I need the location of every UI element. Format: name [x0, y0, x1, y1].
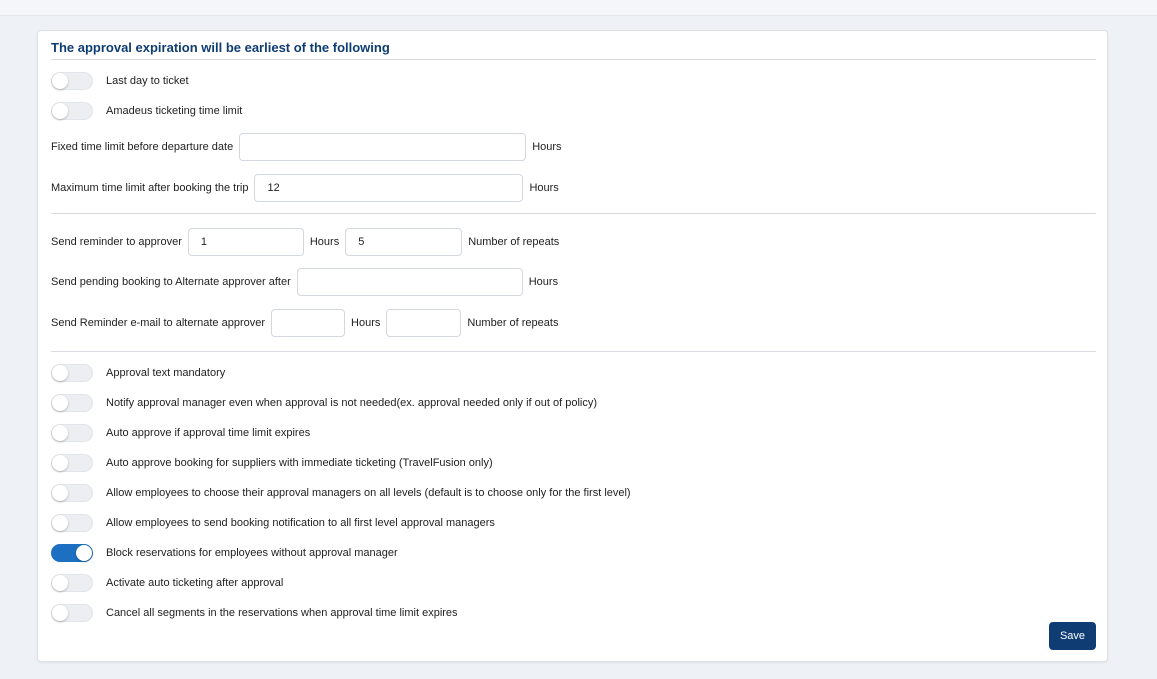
auto-approve-suppliers-toggle[interactable] [51, 454, 93, 472]
toggle-knob [52, 425, 68, 441]
toggle-knob [52, 605, 68, 621]
toggle-knob [52, 103, 68, 119]
toggle-row-send-booking-notification: Allow employees to send booking notifica… [51, 508, 495, 538]
pending-booking-unit: Hours [528, 276, 559, 288]
notify-approval-manager-toggle[interactable] [51, 394, 93, 412]
fixed-time-limit-input[interactable] [239, 133, 527, 161]
toggle-row-amadeus-ticketing-time-limit: Amadeus ticketing time limit [51, 96, 242, 126]
pending-booking-input[interactable] [296, 268, 523, 296]
toggle-knob [52, 395, 68, 411]
title-divider [51, 59, 1096, 60]
toggle-label: Auto approve if approval time limit expi… [106, 427, 311, 439]
toggle-row-block-reservations: Block reservations for employees without… [51, 538, 398, 568]
top-bar [0, 0, 1157, 16]
section-title: The approval expiration will be earliest… [51, 40, 390, 55]
fixed-time-limit-label: Fixed time limit before departure date [51, 141, 234, 153]
toggle-label: Activate auto ticketing after approval [106, 577, 284, 589]
pending-booking-row: Send pending booking to Alternate approv… [51, 267, 558, 297]
reminder-label: Send reminder to approver [51, 236, 182, 248]
reminder-row: Send reminder to approver Hours Number o… [51, 227, 559, 257]
toggle-knob [52, 365, 68, 381]
toggle-row-choose-approval-managers: Allow employees to choose their approval… [51, 478, 631, 508]
auto-approve-time-limit-toggle[interactable] [51, 424, 93, 442]
reminder-hours-input[interactable] [187, 228, 304, 256]
toggle-label: Allow employees to send booking notifica… [106, 517, 495, 529]
toggle-label: Block reservations for employees without… [106, 547, 398, 559]
fixed-time-limit-unit: Hours [532, 141, 562, 153]
max-time-limit-label: Maximum time limit after booking the tri… [51, 182, 249, 194]
section-divider [51, 213, 1096, 214]
toggle-row-notify-approval-manager: Notify approval manager even when approv… [51, 388, 597, 418]
toggle-label: Cancel all segments in the reservations … [106, 607, 458, 619]
reminder-repeats-unit: Number of repeats [468, 236, 560, 248]
section-divider [51, 351, 1096, 352]
alt-reminder-row: Send Reminder e-mail to alternate approv… [51, 308, 558, 338]
approval-text-mandatory-toggle[interactable] [51, 364, 93, 382]
reminder-repeats-input[interactable] [345, 228, 463, 256]
save-button[interactable]: Save [1049, 622, 1096, 650]
approval-settings-panel: The approval expiration will be earliest… [37, 30, 1108, 662]
toggle-row-auto-ticketing: Activate auto ticketing after approval [51, 568, 283, 598]
max-time-limit-input[interactable] [254, 174, 524, 202]
cancel-segments-toggle[interactable] [51, 604, 93, 622]
alt-reminder-label: Send Reminder e-mail to alternate approv… [51, 317, 266, 329]
max-time-limit-row: Maximum time limit after booking the tri… [51, 173, 559, 203]
toggle-row-auto-approve-time-limit: Auto approve if approval time limit expi… [51, 418, 310, 448]
toggle-label: Notify approval manager even when approv… [106, 397, 598, 409]
toggle-label: Approval text mandatory [106, 367, 226, 379]
choose-approval-managers-toggle[interactable] [51, 484, 93, 502]
toggle-row-cancel-segments: Cancel all segments in the reservations … [51, 598, 458, 628]
alt-reminder-hours-unit: Hours [351, 317, 381, 329]
block-reservations-toggle[interactable] [51, 544, 93, 562]
pending-booking-label: Send pending booking to Alternate approv… [51, 276, 291, 288]
toggle-knob [52, 485, 68, 501]
alt-reminder-repeats-unit: Number of repeats [467, 317, 559, 329]
send-booking-notification-toggle[interactable] [51, 514, 93, 532]
toggle-knob [52, 575, 68, 591]
last-day-to-ticket-toggle[interactable] [51, 72, 93, 90]
toggle-knob [52, 73, 68, 89]
fixed-time-limit-row: Fixed time limit before departure date H… [51, 132, 562, 162]
toggle-row-last-day-to-ticket: Last day to ticket [51, 66, 189, 96]
toggle-row-approval-text-mandatory: Approval text mandatory [51, 358, 225, 388]
alt-reminder-hours-input[interactable] [271, 309, 346, 337]
max-time-limit-unit: Hours [529, 182, 559, 194]
toggle-label: Allow employees to choose their approval… [106, 487, 631, 499]
reminder-hours-unit: Hours [309, 236, 340, 248]
amadeus-ticketing-time-limit-toggle[interactable] [51, 102, 93, 120]
toggle-knob [52, 515, 68, 531]
toggle-label: Auto approve booking for suppliers with … [106, 457, 493, 469]
toggle-row-auto-approve-suppliers: Auto approve booking for suppliers with … [51, 448, 493, 478]
toggle-label: Amadeus ticketing time limit [106, 105, 243, 117]
toggle-label: Last day to ticket [106, 75, 189, 87]
auto-ticketing-toggle[interactable] [51, 574, 93, 592]
alt-reminder-repeats-input[interactable] [386, 309, 462, 337]
toggle-knob [52, 455, 68, 471]
toggle-knob [76, 545, 92, 561]
